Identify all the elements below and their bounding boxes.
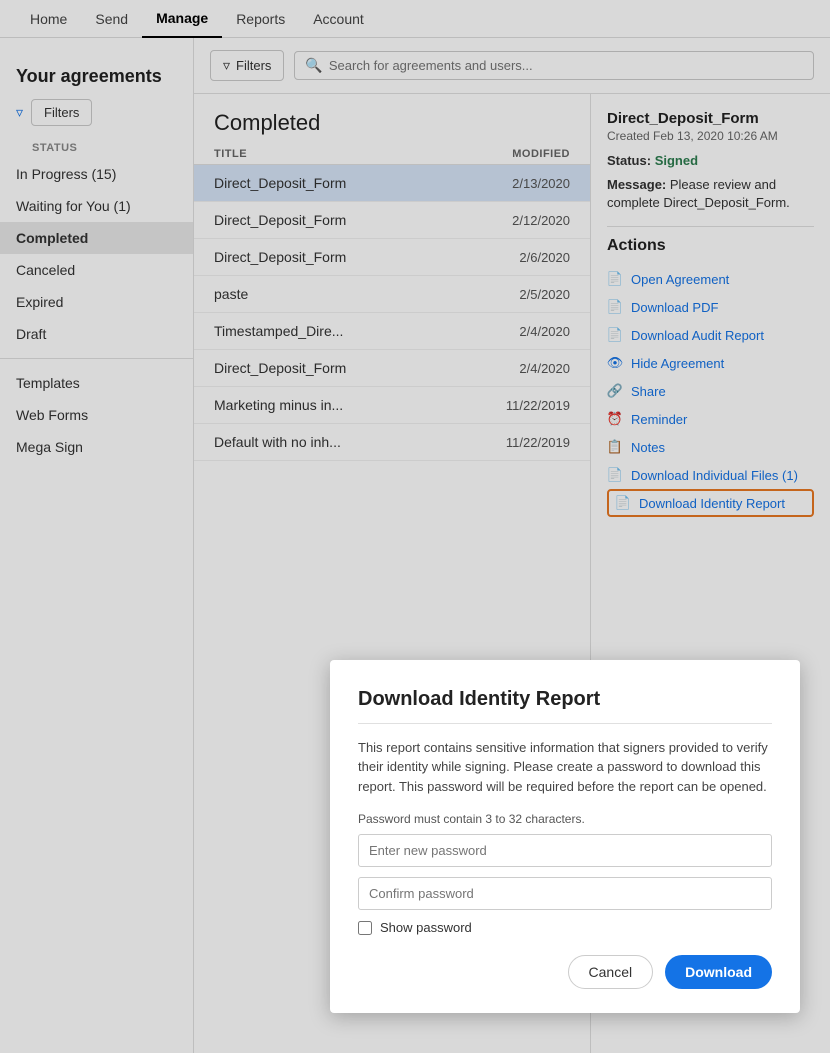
cancel-button[interactable]: Cancel xyxy=(568,955,654,989)
password-input[interactable] xyxy=(358,834,772,867)
modal-overlay: Download Identity Report This report con… xyxy=(0,0,830,1053)
modal-title: Download Identity Report xyxy=(358,688,772,711)
confirm-password-input[interactable] xyxy=(358,877,772,910)
modal-description: This report contains sensitive informati… xyxy=(358,738,772,797)
modal-box: Download Identity Report This report con… xyxy=(330,660,800,1014)
show-password-label[interactable]: Show password xyxy=(380,920,472,935)
password-rule: Password must contain 3 to 32 characters… xyxy=(358,812,772,826)
show-password-checkbox[interactable] xyxy=(358,921,372,935)
show-password-row: Show password xyxy=(358,920,772,935)
download-button[interactable]: Download xyxy=(665,955,772,989)
modal-buttons: Cancel Download xyxy=(358,955,772,989)
